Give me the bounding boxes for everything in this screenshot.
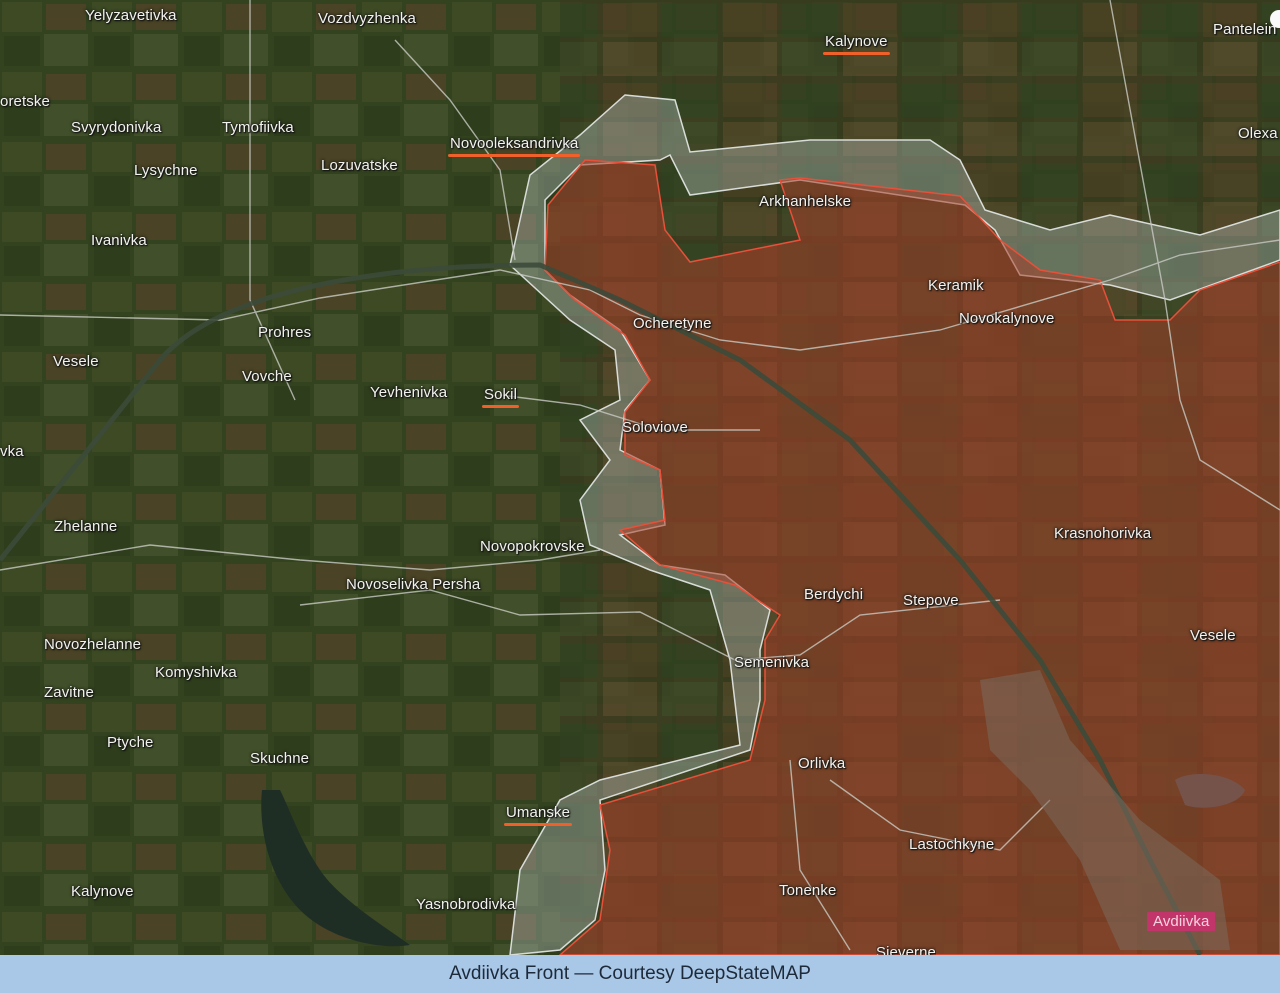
place-avdiivka[interactable]: Avdiivka [1147,912,1216,931]
place-tymofiivka: Tymofiivka [222,119,294,136]
place-vovche: Vovche [242,368,292,385]
place-soloviove: Soloviove [622,419,688,436]
place-ocheretyne: Ocheretyne [633,315,712,332]
place-kalynove-south: Kalynove [71,883,134,900]
place-umanske: Umanske [503,804,573,826]
place-yelyzavetivka: Yelyzavetivka [85,7,177,24]
place-zavitne: Zavitne [44,684,94,701]
place-zhelanne: Zhelanne [54,518,118,535]
place-vesele-east: Vesele [1190,627,1236,644]
place-lastochkyne: Lastochkyne [909,836,995,853]
place-novopokrovske: Novopokrovske [480,538,585,555]
place-ptyche: Ptyche [107,734,154,751]
place-sieverne: Sieverne [876,944,937,955]
place-vka: vka [0,443,24,460]
place-novoselivka-persha: Novoselivka Persha [346,576,481,593]
place-semenivka: Semenivka [734,654,810,671]
place-krasnohorivka: Krasnohorivka [1054,525,1152,542]
place-vesele-west: Vesele [53,353,99,370]
place-lysychne: Lysychne [134,162,198,179]
place-novokalynove: Novokalynove [959,310,1055,327]
place-novozhelanne: Novozhelanne [44,636,142,653]
caption-bar: Avdiivka Front — Courtesy DeepStateMAP [0,955,1280,993]
place-tonenke: Tonenke [779,882,837,899]
place-prohres: Prohres [258,324,312,341]
place-arkhanhelske: Arkhanhelske [759,193,852,210]
place-keramik: Keramik [928,277,984,294]
place-skuchne: Skuchne [250,750,310,767]
place-novooleksandrivka: Novooleksandrivka [447,135,581,157]
place-vozdvyzhenka: Vozdvyzhenka [318,10,416,27]
place-komyshivka: Komyshivka [155,664,237,681]
place-olexa: Olexa [1238,125,1278,142]
place-yevhenivka: Yevhenivka [370,384,448,401]
place-panteleimonivka: Pantelein [1213,21,1277,38]
place-svyrydonivka: Svyrydonivka [71,119,162,136]
satellite-map[interactable] [0,0,1280,955]
place-orlivka: Orlivka [798,755,846,772]
place-yasnobrodivka: Yasnobrodivka [416,896,516,913]
place-lozuvatske: Lozuvatske [321,157,398,174]
place-ivanivka: Ivanivka [91,232,147,249]
place-kalynove-north: Kalynove [823,33,890,55]
caption-text: Avdiivka Front — Courtesy DeepStateMAP [449,963,811,984]
place-berdychi: Berdychi [804,586,864,603]
place-sokil: Sokil [481,386,520,408]
place-stepove: Stepove [903,592,959,609]
place-oretske: oretske [0,93,50,110]
